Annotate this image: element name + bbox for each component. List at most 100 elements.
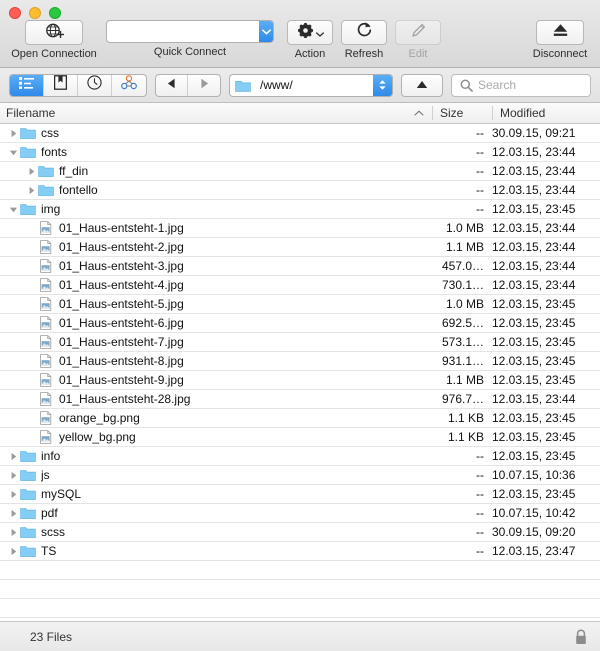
view-segmented-control[interactable] (9, 73, 147, 97)
forward-button[interactable] (188, 75, 220, 96)
close-button[interactable] (9, 7, 21, 19)
browser-view-button[interactable] (10, 74, 44, 96)
parent-directory-button[interactable] (401, 73, 443, 97)
table-row[interactable]: info -- 12.03.15, 23:45 (0, 447, 600, 466)
lock-icon[interactable] (574, 629, 588, 645)
disclosure-down-icon[interactable] (6, 148, 20, 157)
column-header-filename[interactable]: Filename (0, 106, 432, 120)
empty-row[interactable] (0, 599, 600, 618)
file-name-cell[interactable]: pdf (0, 506, 420, 520)
zoom-button[interactable] (49, 7, 61, 19)
table-row[interactable]: scss -- 30.09.15, 09:20 (0, 523, 600, 542)
table-row[interactable]: yellow_bg.png 1.1 KB 12.03.15, 23:45 (0, 428, 600, 447)
file-name-label: fontello (59, 183, 98, 197)
table-row[interactable]: TS -- 12.03.15, 23:47 (0, 542, 600, 561)
file-name-cell[interactable]: scss (0, 525, 420, 539)
history-button[interactable] (78, 74, 112, 96)
disclosure-right-icon[interactable] (6, 509, 20, 518)
disclosure-down-icon[interactable] (6, 205, 20, 214)
file-name-cell[interactable]: mySQL (0, 487, 420, 501)
file-name-cell[interactable]: 01_Haus-entsteht-4.jpg (0, 278, 420, 292)
empty-row[interactable] (0, 580, 600, 599)
history-navigation[interactable] (155, 73, 221, 97)
bonjour-button[interactable] (112, 75, 146, 96)
file-name-cell[interactable]: css (0, 126, 420, 140)
table-row[interactable]: ff_din -- 12.03.15, 23:44 (0, 162, 600, 181)
disclosure-right-icon[interactable] (6, 547, 20, 556)
disclosure-right-icon[interactable] (6, 528, 20, 537)
file-name-cell[interactable]: 01_Haus-entsteht-6.jpg (0, 316, 420, 330)
file-name-cell[interactable]: 01_Haus-entsteht-9.jpg (0, 373, 420, 387)
edit-button[interactable] (395, 20, 441, 45)
file-name-cell[interactable]: fonts (0, 145, 420, 159)
edit-item[interactable]: Edit (395, 20, 441, 60)
file-name-cell[interactable]: fontello (0, 183, 420, 197)
table-row[interactable]: 01_Haus-entsteht-1.jpg 1.0 MB 12.03.15, 23… (0, 219, 600, 238)
table-row[interactable]: mySQL -- 12.03.15, 23:45 (0, 485, 600, 504)
quick-connect-combo[interactable] (106, 20, 274, 43)
table-row[interactable]: 01_Haus-entsteht-28.jpg 976.7… 12.03.15, 2… (0, 390, 600, 409)
file-name-cell[interactable]: yellow_bg.png (0, 430, 420, 444)
disclosure-right-icon[interactable] (6, 471, 20, 480)
file-modified-cell: 10.07.15, 10:36 (492, 468, 576, 482)
path-field[interactable]: /www/ (229, 73, 393, 97)
file-name-cell[interactable]: img (0, 202, 420, 216)
action-item[interactable]: Action (287, 20, 333, 60)
table-row[interactable]: pdf -- 10.07.15, 10:42 (0, 504, 600, 523)
back-button[interactable] (156, 74, 188, 96)
quick-connect-input[interactable] (107, 21, 259, 42)
file-size-cell: 1.0 MB (445, 297, 484, 311)
file-name-cell[interactable]: TS (0, 544, 420, 558)
table-row[interactable]: 01_Haus-entsteht-6.jpg 692.5… 12.03.15, 23… (0, 314, 600, 333)
table-row[interactable]: 01_Haus-entsteht-4.jpg 730.1… 12.03.15, 23… (0, 276, 600, 295)
table-row[interactable]: orange_bg.png 1.1 KB 12.03.15, 23:45 (0, 409, 600, 428)
empty-row[interactable] (0, 618, 600, 621)
file-name-cell[interactable]: 01_Haus-entsteht-3.jpg (0, 259, 420, 273)
quick-connect-label: Quick Connect (153, 46, 227, 58)
file-name-cell[interactable]: info (0, 449, 420, 463)
file-name-cell[interactable]: 01_Haus-entsteht-1.jpg (0, 221, 420, 235)
column-header-size[interactable]: Size (432, 106, 492, 120)
path-stepper[interactable] (373, 74, 392, 96)
table-row[interactable]: css -- 30.09.15, 09:21 (0, 124, 600, 143)
empty-row[interactable] (0, 561, 600, 580)
disconnect-button[interactable] (536, 20, 584, 45)
table-row[interactable]: 01_Haus-entsteht-8.jpg 931.1… 12.03.15, 23… (0, 352, 600, 371)
file-list[interactable]: css -- 30.09.15, 09:21 fonts -- 12.03.15, 23:… (0, 124, 600, 621)
file-name-cell[interactable]: 01_Haus-entsteht-5.jpg (0, 297, 420, 311)
column-header-modified[interactable]: Modified (492, 106, 600, 120)
folder-icon (38, 185, 54, 196)
table-row[interactable]: 01_Haus-entsteht-3.jpg 457.0… 12.03.15, 23… (0, 257, 600, 276)
open-connection-item[interactable]: Open Connection (9, 20, 99, 60)
table-row[interactable]: fonts -- 12.03.15, 23:44 (0, 143, 600, 162)
minimize-button[interactable] (29, 7, 41, 19)
table-row[interactable]: 01_Haus-entsteht-9.jpg 1.1 MB 12.03.15, 23… (0, 371, 600, 390)
table-row[interactable]: fontello -- 12.03.15, 23:44 (0, 181, 600, 200)
table-row[interactable]: 01_Haus-entsteht-2.jpg 1.1 MB 12.03.15, 23… (0, 238, 600, 257)
refresh-button[interactable] (341, 20, 387, 45)
disclosure-right-icon[interactable] (24, 186, 38, 195)
disclosure-right-icon[interactable] (6, 452, 20, 461)
refresh-item[interactable]: Refresh (341, 20, 387, 60)
search-field[interactable]: Search (451, 73, 591, 97)
disclosure-right-icon[interactable] (24, 167, 38, 176)
file-name-cell[interactable]: orange_bg.png (0, 411, 420, 425)
file-name-cell[interactable]: 01_Haus-entsteht-7.jpg (0, 335, 420, 349)
file-name-label: pdf (41, 506, 58, 520)
disconnect-item[interactable]: Disconnect (528, 20, 592, 60)
action-button[interactable] (287, 20, 333, 45)
file-name-cell[interactable]: 01_Haus-entsteht-2.jpg (0, 240, 420, 254)
chevron-down-icon[interactable] (259, 21, 273, 42)
table-row[interactable]: 01_Haus-entsteht-5.jpg 1.0 MB 12.03.15, 23… (0, 295, 600, 314)
table-row[interactable]: img -- 12.03.15, 23:45 (0, 200, 600, 219)
bookmarks-button[interactable] (44, 74, 78, 96)
file-name-cell[interactable]: 01_Haus-entsteht-8.jpg (0, 354, 420, 368)
file-name-cell[interactable]: ff_din (0, 164, 420, 178)
file-name-cell[interactable]: 01_Haus-entsteht-28.jpg (0, 392, 420, 406)
table-row[interactable]: 01_Haus-entsteht-7.jpg 573.1… 12.03.15, 23… (0, 333, 600, 352)
disclosure-right-icon[interactable] (6, 490, 20, 499)
disclosure-right-icon[interactable] (6, 129, 20, 138)
table-row[interactable]: js -- 10.07.15, 10:36 (0, 466, 600, 485)
file-name-cell[interactable]: js (0, 468, 420, 482)
open-connection-button[interactable] (25, 20, 83, 45)
